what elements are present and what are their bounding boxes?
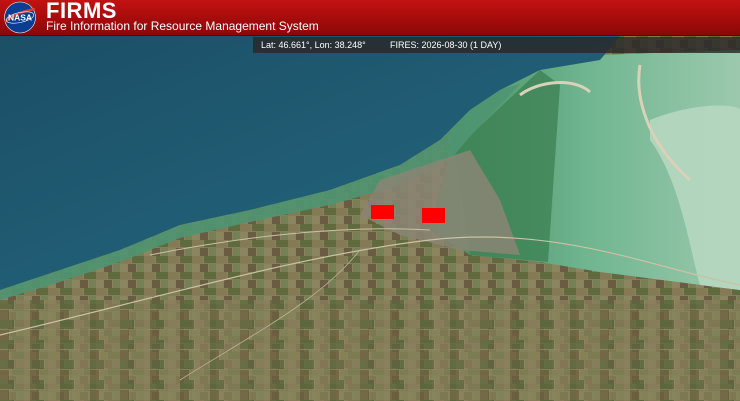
fire-marker[interactable]	[371, 205, 394, 219]
logo-text: NASA	[8, 13, 32, 23]
farmland-south	[0, 300, 740, 401]
app-header: NASA FIRMS Fire Information for Resource…	[0, 0, 740, 36]
fires-date-label[interactable]: FIRES: 2026-08-30 (1 DAY)	[390, 37, 501, 53]
cursor-coordinates: Lat: 46.661°, Lon: 38.248°	[261, 40, 366, 50]
map-info-bar: Lat: 46.661°, Lon: 38.248° FIRES: 2026-0…	[253, 37, 740, 53]
satellite-map[interactable]	[0, 0, 740, 401]
map-view[interactable]	[0, 0, 740, 401]
fire-marker[interactable]	[422, 208, 445, 223]
nasa-logo[interactable]: NASA	[2, 1, 38, 34]
app-subtitle: Fire Information for Resource Management…	[46, 19, 319, 33]
